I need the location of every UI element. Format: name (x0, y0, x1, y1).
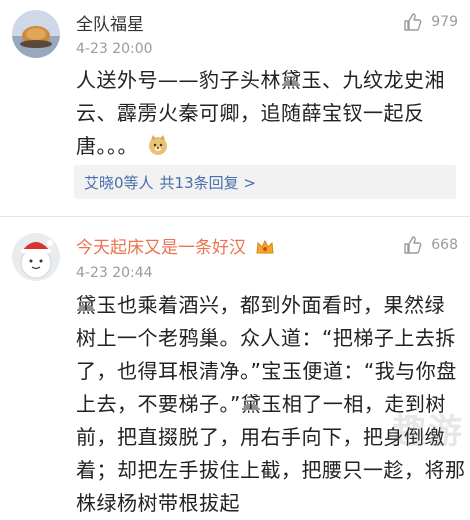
avatar-image (12, 233, 60, 281)
like-count: 668 (431, 237, 458, 253)
like-count: 979 (431, 14, 458, 30)
like-button[interactable]: 668 (403, 233, 458, 257)
comment-line: 了，也得耳根清净。”宝玉便道：“我与你盘 (76, 359, 457, 383)
avatar-image (12, 10, 60, 58)
reply-count-link[interactable]: 共13条回复 > (160, 172, 256, 193)
watermark: 趣游 (392, 412, 464, 452)
comment-line: 树上一个老鸦巢。众人道：“把梯子上去拆 (76, 326, 456, 350)
thumbs-up-icon (404, 13, 422, 31)
comment-line: 人送外号——豹子头林黛玉、九纹龙史湘 (76, 68, 445, 92)
comment-text: 人送外号——豹子头林黛玉、九纹龙史湘 云、霹雳火秦可卿，追随薛宝钗一起反 唐。。… (76, 64, 454, 163)
reply-preview[interactable]: 艾晓0等人 共13条回复 > (74, 165, 456, 199)
comment-line: 株绿杨树带根拔起 (76, 491, 240, 515)
vip-crown-icon (256, 239, 274, 254)
thumbs-up-icon (404, 236, 422, 254)
timestamp: 4-23 20:00 (76, 41, 153, 57)
username[interactable]: 全队福星 (76, 14, 144, 36)
timestamp: 4-23 20:44 (76, 265, 153, 281)
reply-users[interactable]: 艾晓0等人 (84, 172, 154, 193)
avatar[interactable] (12, 10, 60, 58)
comment-line: 黛玉也乘着酒兴，都到外面看时，果然绿 (76, 293, 445, 317)
comment-line: 着；却把左手拔住上截，把腰只一趁，将那 (76, 458, 466, 482)
like-button[interactable]: 979 (403, 10, 458, 34)
comment-line: 唐。。。 (76, 130, 454, 163)
username[interactable]: 今天起床又是一条好汉 (76, 237, 275, 259)
comment-item: 全队福星 4-23 20:00 979 人送外号——豹子头林黛玉、九纹龙史湘 云… (0, 0, 470, 215)
comment-line: 云、霹雳火秦可卿，追随薛宝钗一起反 (76, 101, 425, 125)
doge-emoji-icon (148, 135, 167, 155)
avatar[interactable] (12, 233, 60, 281)
